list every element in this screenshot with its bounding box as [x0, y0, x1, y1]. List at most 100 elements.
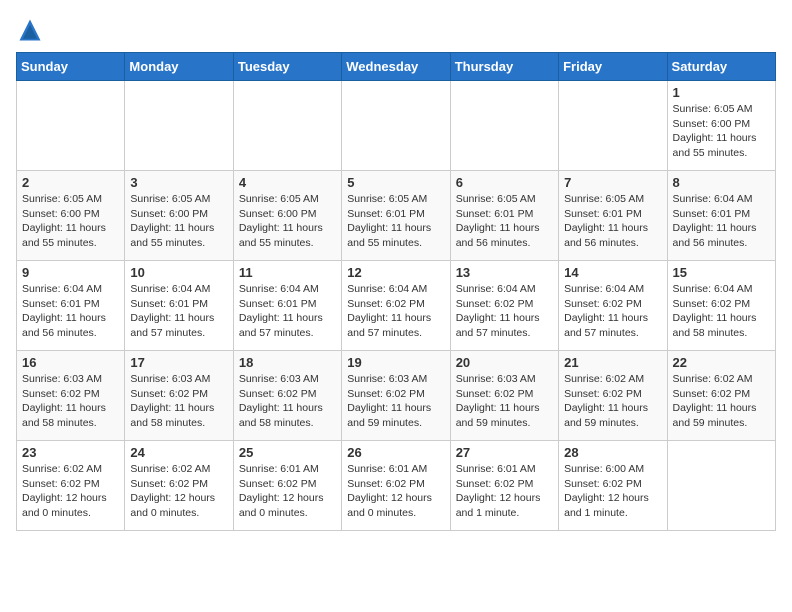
calendar-cell [17, 81, 125, 171]
day-info: Sunrise: 6:04 AM Sunset: 6:02 PM Dayligh… [456, 282, 553, 341]
calendar-cell: 14 Sunrise: 6:04 AM Sunset: 6:02 PM Dayli… [559, 261, 667, 351]
calendar-cell: 25Sunrise: 6:01 AM Sunset: 6:02 PM Dayli… [233, 441, 341, 531]
day-info: Sunrise: 6:05 AM Sunset: 6:01 PM Dayligh… [456, 192, 553, 251]
day-number: 22 [673, 355, 770, 370]
day-info: Sunrise: 6:04 AM Sunset: 6:01 PM Dayligh… [239, 282, 336, 341]
day-info: Sunrise: 6:03 AM Sunset: 6:02 PM Dayligh… [22, 372, 119, 431]
calendar-cell [125, 81, 233, 171]
day-info: Sunrise: 6:01 AM Sunset: 6:02 PM Dayligh… [456, 462, 553, 521]
calendar-cell: 11 Sunrise: 6:04 AM Sunset: 6:01 PM Dayli… [233, 261, 341, 351]
weekday-header-sunday: Sunday [17, 53, 125, 81]
calendar-cell: 27 Sunrise: 6:01 AM Sunset: 6:02 PM Dayli… [450, 441, 558, 531]
day-number: 25 [239, 445, 336, 460]
day-info: Sunrise: 6:02 AM Sunset: 6:02 PM Dayligh… [564, 372, 661, 431]
weekday-header-thursday: Thursday [450, 53, 558, 81]
day-number: 2 [22, 175, 119, 190]
day-number: 8 [673, 175, 770, 190]
weekday-header-wednesday: Wednesday [342, 53, 450, 81]
day-number: 19 [347, 355, 444, 370]
calendar-cell [450, 81, 558, 171]
calendar-cell: 21 Sunrise: 6:02 AM Sunset: 6:02 PM Dayli… [559, 351, 667, 441]
day-number: 9 [22, 265, 119, 280]
calendar-cell: 23 Sunrise: 6:02 AM Sunset: 6:02 PM Dayli… [17, 441, 125, 531]
calendar-cell: 9 Sunrise: 6:04 AM Sunset: 6:01 PM Daylig… [17, 261, 125, 351]
calendar-cell: 18 Sunrise: 6:03 AM Sunset: 6:02 PM Dayli… [233, 351, 341, 441]
day-number: 18 [239, 355, 336, 370]
calendar-cell: 16 Sunrise: 6:03 AM Sunset: 6:02 PM Dayli… [17, 351, 125, 441]
day-info: Sunrise: 6:04 AM Sunset: 6:02 PM Dayligh… [564, 282, 661, 341]
day-number: 15 [673, 265, 770, 280]
calendar-cell: 26 Sunrise: 6:01 AM Sunset: 6:02 PM Dayli… [342, 441, 450, 531]
calendar-cell: 17 Sunrise: 6:03 AM Sunset: 6:02 PM Dayli… [125, 351, 233, 441]
day-info: Sunrise: 6:03 AM Sunset: 6:02 PM Dayligh… [347, 372, 444, 431]
calendar-cell: 12 Sunrise: 6:04 AM Sunset: 6:02 PM Dayli… [342, 261, 450, 351]
calendar-cell [667, 441, 775, 531]
day-info: Sunrise: 6:04 AM Sunset: 6:02 PM Dayligh… [347, 282, 444, 341]
page-header [16, 16, 776, 44]
week-row-4: 16 Sunrise: 6:03 AM Sunset: 6:02 PM Dayli… [17, 351, 776, 441]
day-info: Sunrise: 6:05 AM Sunset: 6:00 PM Dayligh… [22, 192, 119, 251]
day-number: 11 [239, 265, 336, 280]
calendar-cell [559, 81, 667, 171]
calendar-cell: 20 Sunrise: 6:03 AM Sunset: 6:02 PM Dayli… [450, 351, 558, 441]
logo [16, 16, 48, 44]
day-number: 17 [130, 355, 227, 370]
calendar-cell: 10 Sunrise: 6:04 AM Sunset: 6:01 PM Dayli… [125, 261, 233, 351]
day-info: Sunrise: 6:05 AM Sunset: 6:00 PM Dayligh… [130, 192, 227, 251]
day-number: 14 [564, 265, 661, 280]
week-row-1: 1 Sunrise: 6:05 AM Sunset: 6:00 PM Daylig… [17, 81, 776, 171]
calendar-cell: 3 Sunrise: 6:05 AM Sunset: 6:00 PM Daylig… [125, 171, 233, 261]
calendar-table: SundayMondayTuesdayWednesdayThursdayFrid… [16, 52, 776, 531]
week-row-2: 2 Sunrise: 6:05 AM Sunset: 6:00 PM Daylig… [17, 171, 776, 261]
day-number: 5 [347, 175, 444, 190]
calendar-cell [233, 81, 341, 171]
calendar-cell: 5Sunrise: 6:05 AM Sunset: 6:01 PM Daylig… [342, 171, 450, 261]
day-number: 10 [130, 265, 227, 280]
day-number: 12 [347, 265, 444, 280]
calendar-cell: 6 Sunrise: 6:05 AM Sunset: 6:01 PM Daylig… [450, 171, 558, 261]
calendar-cell: 7Sunrise: 6:05 AM Sunset: 6:01 PM Daylig… [559, 171, 667, 261]
day-number: 21 [564, 355, 661, 370]
calendar-cell: 4Sunrise: 6:05 AM Sunset: 6:00 PM Daylig… [233, 171, 341, 261]
day-info: Sunrise: 6:02 AM Sunset: 6:02 PM Dayligh… [673, 372, 770, 431]
day-number: 27 [456, 445, 553, 460]
calendar-cell: 2 Sunrise: 6:05 AM Sunset: 6:00 PM Daylig… [17, 171, 125, 261]
day-number: 6 [456, 175, 553, 190]
day-info: Sunrise: 6:04 AM Sunset: 6:01 PM Dayligh… [22, 282, 119, 341]
calendar-cell: 8 Sunrise: 6:04 AM Sunset: 6:01 PM Daylig… [667, 171, 775, 261]
day-info: Sunrise: 6:03 AM Sunset: 6:02 PM Dayligh… [456, 372, 553, 431]
day-number: 24 [130, 445, 227, 460]
day-info: Sunrise: 6:03 AM Sunset: 6:02 PM Dayligh… [239, 372, 336, 431]
day-number: 28 [564, 445, 661, 460]
day-number: 13 [456, 265, 553, 280]
calendar-cell: 15 Sunrise: 6:04 AM Sunset: 6:02 PM Dayli… [667, 261, 775, 351]
day-number: 4 [239, 175, 336, 190]
logo-icon [16, 16, 44, 44]
day-info: Sunrise: 6:01 AM Sunset: 6:02 PM Dayligh… [347, 462, 444, 521]
week-row-5: 23 Sunrise: 6:02 AM Sunset: 6:02 PM Dayli… [17, 441, 776, 531]
day-number: 20 [456, 355, 553, 370]
calendar-cell: 13 Sunrise: 6:04 AM Sunset: 6:02 PM Dayli… [450, 261, 558, 351]
day-number: 16 [22, 355, 119, 370]
calendar-cell: 22 Sunrise: 6:02 AM Sunset: 6:02 PM Dayli… [667, 351, 775, 441]
calendar-cell: 28 Sunrise: 6:00 AM Sunset: 6:02 PM Dayli… [559, 441, 667, 531]
day-number: 7 [564, 175, 661, 190]
day-number: 26 [347, 445, 444, 460]
weekday-header-friday: Friday [559, 53, 667, 81]
week-row-3: 9 Sunrise: 6:04 AM Sunset: 6:01 PM Daylig… [17, 261, 776, 351]
calendar-cell [342, 81, 450, 171]
day-info: Sunrise: 6:04 AM Sunset: 6:02 PM Dayligh… [673, 282, 770, 341]
day-number: 23 [22, 445, 119, 460]
calendar-cell: 19 Sunrise: 6:03 AM Sunset: 6:02 PM Dayli… [342, 351, 450, 441]
day-info: Sunrise: 6:00 AM Sunset: 6:02 PM Dayligh… [564, 462, 661, 521]
day-number: 3 [130, 175, 227, 190]
day-info: Sunrise: 6:05 AM Sunset: 6:00 PM Dayligh… [673, 102, 770, 161]
day-info: Sunrise: 6:03 AM Sunset: 6:02 PM Dayligh… [130, 372, 227, 431]
day-info: Sunrise: 6:04 AM Sunset: 6:01 PM Dayligh… [673, 192, 770, 251]
weekday-header-tuesday: Tuesday [233, 53, 341, 81]
calendar-cell: 24 Sunrise: 6:02 AM Sunset: 6:02 PM Dayli… [125, 441, 233, 531]
day-info: Sunrise: 6:02 AM Sunset: 6:02 PM Dayligh… [22, 462, 119, 521]
day-info: Sunrise: 6:02 AM Sunset: 6:02 PM Dayligh… [130, 462, 227, 521]
day-number: 1 [673, 85, 770, 100]
day-info: Sunrise: 6:04 AM Sunset: 6:01 PM Dayligh… [130, 282, 227, 341]
